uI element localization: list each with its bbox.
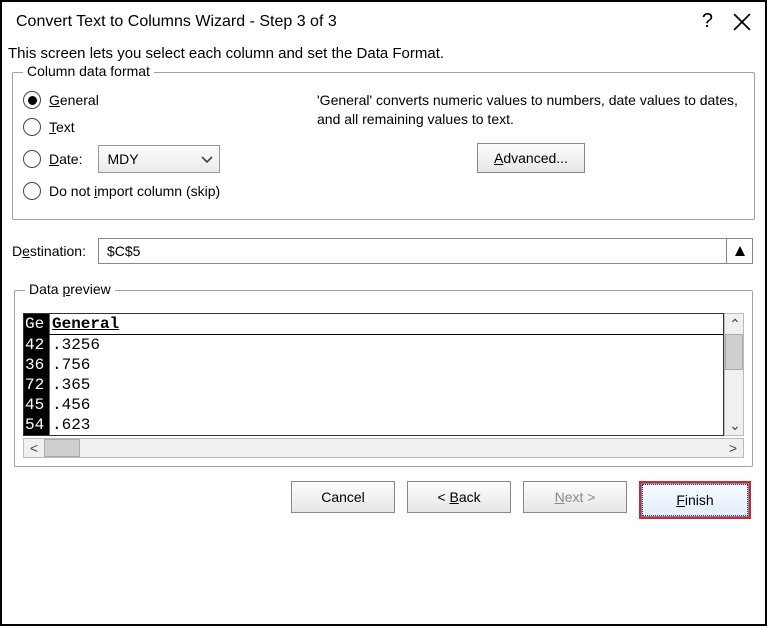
destination-field-wrap	[98, 238, 753, 264]
dialog-title: Convert Text to Columns Wizard - Step 3 …	[16, 13, 337, 31]
finish-highlight: Finish	[639, 481, 751, 519]
radio-group: General Text Date: MDY Do not import	[23, 91, 299, 209]
range-picker-icon[interactable]	[726, 239, 752, 263]
radio-icon[interactable]	[23, 118, 41, 136]
column-data-format-group: Column data format General Text Date: MD…	[12, 72, 755, 220]
preview-row[interactable]: 45.456	[24, 395, 723, 415]
radio-text[interactable]: Text	[23, 118, 299, 136]
titlebar: Convert Text to Columns Wizard - Step 3 …	[2, 2, 765, 41]
dialog-button-row: Cancel < Back Next > Finish	[2, 477, 765, 529]
scroll-up-icon[interactable]: ⌃	[725, 314, 745, 334]
dropdown-value: MDY	[107, 151, 138, 167]
horizontal-scrollbar[interactable]: < >	[23, 438, 744, 458]
preview-row[interactable]: 36.756	[24, 355, 723, 375]
radio-label: Text	[49, 119, 75, 135]
date-format-dropdown[interactable]: MDY	[98, 145, 220, 173]
radio-label: Do not import column (skip)	[49, 183, 220, 199]
radio-general[interactable]: General	[23, 91, 299, 109]
radio-label: Date:	[49, 151, 82, 167]
radio-label: General	[49, 92, 99, 108]
preview-header-col1: Ge	[24, 314, 50, 334]
back-button[interactable]: < Back	[407, 481, 511, 513]
scroll-right-icon[interactable]: >	[723, 438, 743, 458]
next-button[interactable]: Next >	[523, 481, 627, 513]
preview-row[interactable]: 72.365	[24, 375, 723, 395]
scroll-down-icon[interactable]: ⌄	[725, 415, 745, 435]
data-preview-group: Data preview Ge General 42.325636.75672.…	[14, 290, 753, 467]
preview-header-col2: General	[50, 314, 723, 334]
preview-legend: Data preview	[25, 281, 115, 297]
cancel-button[interactable]: Cancel	[291, 481, 395, 513]
destination-row: Destination:	[2, 232, 765, 282]
vertical-scrollbar[interactable]: ⌃ ⌄	[724, 313, 744, 436]
hscroll-thumb[interactable]	[44, 439, 80, 457]
radio-icon[interactable]	[23, 91, 41, 109]
general-hint: 'General' converts numeric values to num…	[317, 91, 744, 129]
preview-row[interactable]: 42.3256	[24, 335, 723, 355]
group-legend: Column data format	[23, 63, 154, 79]
titlebar-controls: ?	[702, 10, 751, 33]
hint-column: 'General' converts numeric values to num…	[317, 91, 744, 209]
chevron-down-icon	[201, 151, 213, 167]
radio-icon[interactable]	[23, 182, 41, 200]
preview-header-row: Ge General	[24, 314, 723, 335]
destination-label: Destination:	[12, 243, 86, 259]
preview-row[interactable]: 54.623	[24, 415, 723, 435]
scroll-left-icon[interactable]: <	[24, 438, 44, 458]
help-icon[interactable]: ?	[702, 10, 713, 33]
close-icon[interactable]	[733, 13, 751, 31]
finish-button[interactable]: Finish	[642, 484, 748, 516]
vscroll-thumb[interactable]	[725, 334, 743, 370]
preview-table[interactable]: Ge General 42.325636.75672.36545.45654.6…	[23, 313, 724, 436]
wizard-dialog: Convert Text to Columns Wizard - Step 3 …	[0, 0, 767, 626]
destination-input[interactable]	[99, 239, 726, 263]
radio-date[interactable]: Date: MDY	[23, 145, 299, 173]
radio-skip[interactable]: Do not import column (skip)	[23, 182, 299, 200]
advanced-button[interactable]: Advanced...	[477, 143, 585, 173]
radio-icon[interactable]	[23, 150, 41, 168]
